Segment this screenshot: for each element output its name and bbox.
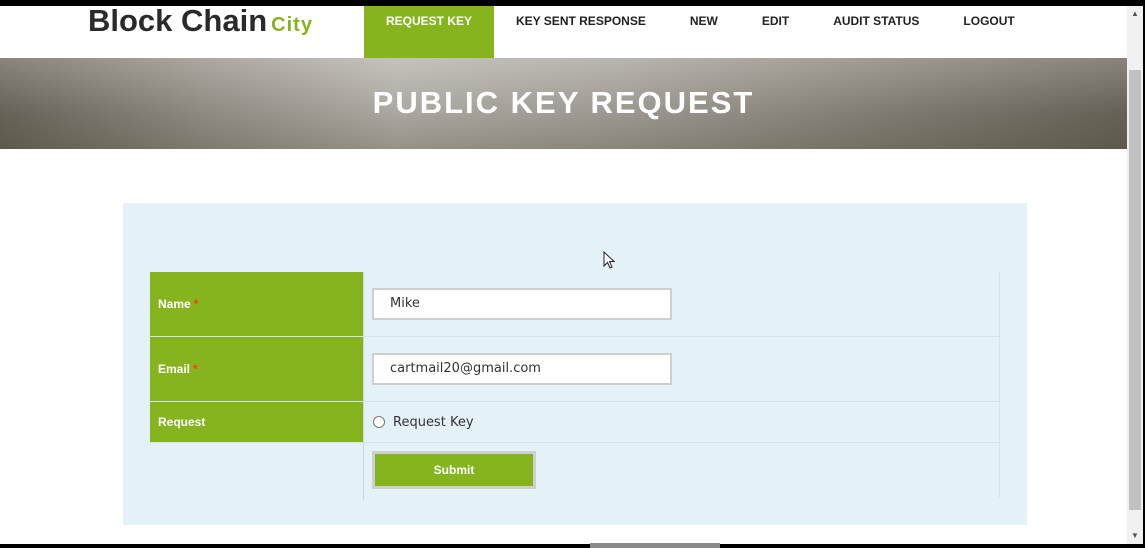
- email-required-mark: *: [193, 362, 198, 376]
- form-panel: Name * Mike Email * cartmail20@gmail.com R…: [123, 203, 1027, 525]
- table-right-border: [999, 272, 1000, 498]
- scrollbar-thumb[interactable]: [1129, 70, 1141, 510]
- logo-main-text: Block Chain: [88, 6, 268, 38]
- nav-new[interactable]: NEW: [668, 6, 740, 58]
- nav-logout[interactable]: LOGOUT: [941, 6, 1036, 58]
- submit-label-cell: [150, 442, 364, 500]
- site-logo[interactable]: Block Chain City: [88, 6, 313, 46]
- horizontal-scrollbar-thumb[interactable]: [590, 543, 720, 548]
- key-request-form: Name * Mike Email * cartmail20@gmail.com R…: [150, 272, 1000, 500]
- submit-value-cell: Submit: [364, 443, 1001, 501]
- main-nav: REQUEST KEY KEY SENT RESPONSE NEW EDIT A…: [364, 6, 1037, 58]
- name-label-cell: Name *: [150, 272, 364, 337]
- request-label: Request: [158, 415, 206, 429]
- request-key-radio[interactable]: [373, 416, 385, 428]
- name-input[interactable]: Mike: [372, 288, 672, 320]
- name-value-cell: Mike: [363, 272, 1000, 337]
- form-row-name: Name * Mike: [150, 272, 1000, 337]
- page-title: PUBLIC KEY REQUEST: [372, 85, 755, 120]
- mouse-pointer-icon: [603, 251, 615, 269]
- nav-audit-status[interactable]: AUDIT STATUS: [811, 6, 941, 58]
- email-label: Email: [158, 362, 191, 376]
- page-banner: PUBLIC KEY REQUEST: [0, 58, 1127, 149]
- form-row-request: Request Request Key: [150, 401, 1000, 443]
- request-value-cell: Request Key: [363, 401, 1000, 443]
- scroll-up-arrow-icon[interactable]: ▲: [1127, 6, 1143, 22]
- form-row-email: Email * cartmail20@gmail.com: [150, 336, 1000, 402]
- request-key-option[interactable]: Request Key: [372, 415, 1000, 430]
- submit-button[interactable]: Submit: [372, 450, 536, 489]
- page-viewport: Block Chain City REQUEST KEY KEY SENT RES…: [0, 6, 1127, 544]
- form-row-submit: Submit: [150, 442, 1001, 501]
- email-value-cell: cartmail20@gmail.com: [363, 336, 1000, 402]
- email-input[interactable]: cartmail20@gmail.com: [372, 353, 672, 385]
- name-required-mark: *: [193, 297, 199, 311]
- window-bottom-edge: [0, 544, 1145, 548]
- email-label-cell: Email *: [150, 336, 364, 402]
- nav-edit[interactable]: EDIT: [740, 6, 811, 58]
- scroll-down-arrow-icon[interactable]: ▼: [1127, 528, 1143, 544]
- request-label-cell: Request: [150, 401, 364, 443]
- vertical-scrollbar[interactable]: ▲ ▼: [1127, 6, 1143, 544]
- logo-accent-text: City: [271, 14, 313, 36]
- nav-key-sent-response[interactable]: KEY SENT RESPONSE: [494, 6, 668, 58]
- name-label: Name: [158, 297, 191, 311]
- nav-request-key[interactable]: REQUEST KEY: [364, 6, 495, 58]
- request-key-option-label[interactable]: Request Key: [393, 415, 474, 430]
